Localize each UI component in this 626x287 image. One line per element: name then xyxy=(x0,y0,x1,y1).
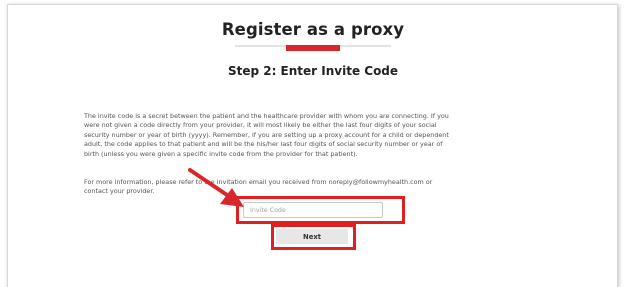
title-accent-bar xyxy=(286,45,340,51)
instructions-line: adult, the code applies to that patient … xyxy=(84,140,443,149)
invite-code-instructions: The invite code is a secret between the … xyxy=(84,112,562,159)
instructions-line: were not given a code directly from your… xyxy=(84,121,437,130)
input-highlight-box xyxy=(236,196,405,224)
more-info-line: For more information, please refer to th… xyxy=(84,178,433,186)
more-information-text: For more information, please refer to th… xyxy=(84,178,544,197)
instructions-line: security number or year of birth (yyyy).… xyxy=(84,130,449,139)
step-title: Step 2: Enter Invite Code xyxy=(227,64,399,78)
page-title: Register as a proxy xyxy=(221,20,405,39)
instructions-line: birth (unless you were given a specific … xyxy=(84,149,358,158)
next-button-highlight-box xyxy=(271,224,356,250)
instructions-line: The invite code is a secret between the … xyxy=(84,112,449,120)
red-arrow-icon xyxy=(188,168,244,207)
